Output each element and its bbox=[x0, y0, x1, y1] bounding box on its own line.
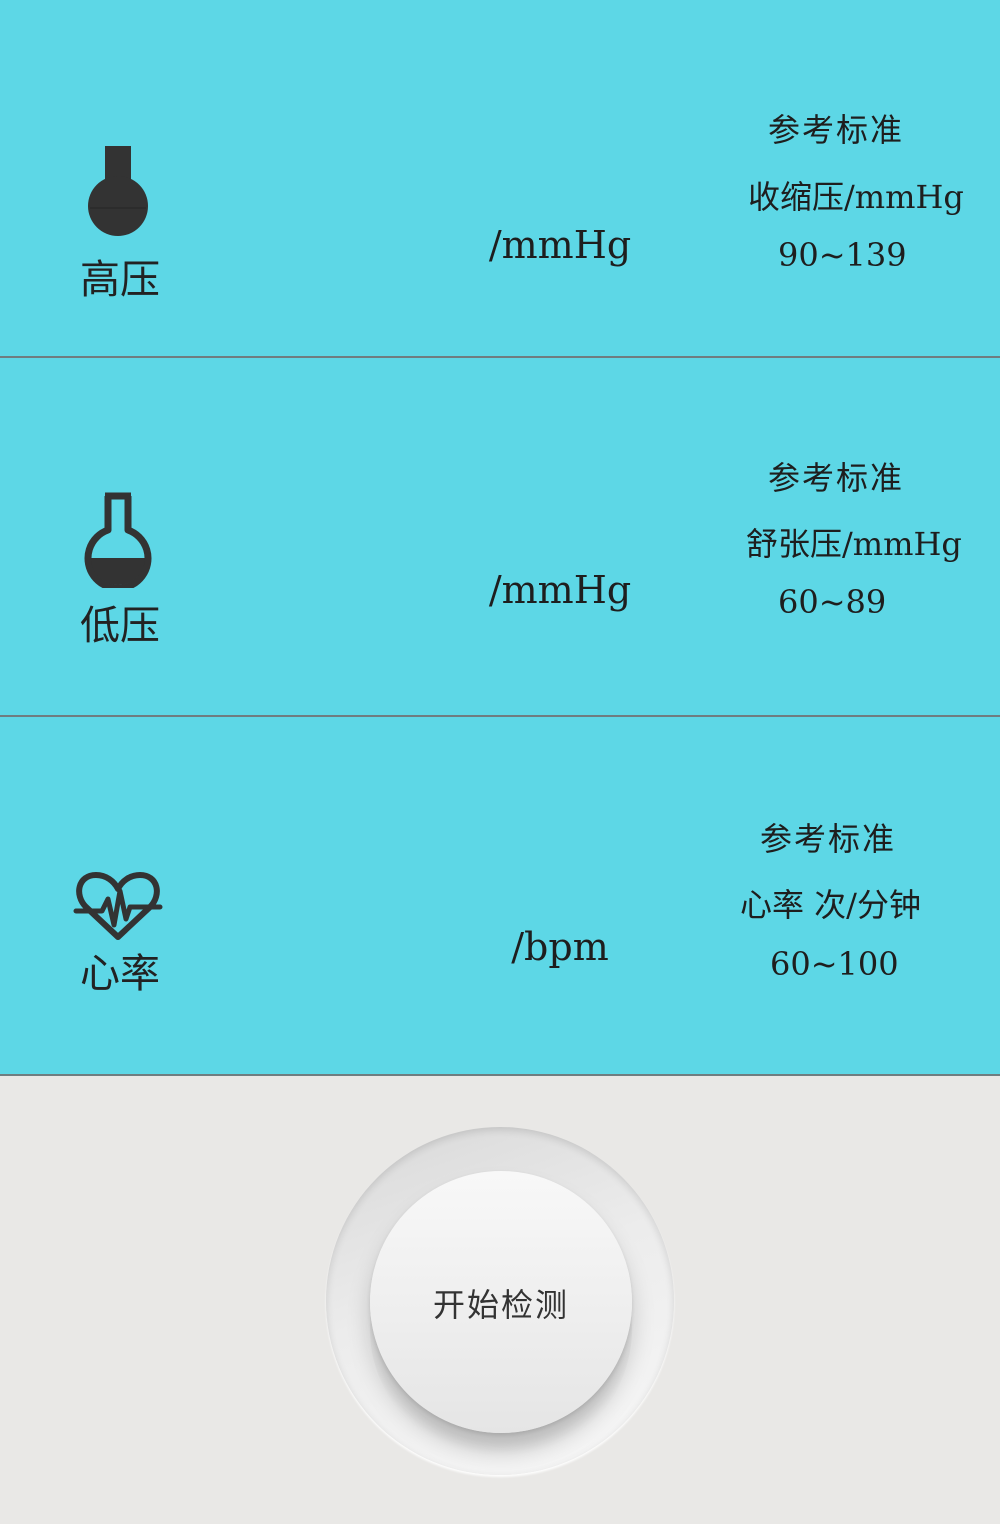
systolic-reference-title: 参考标准 bbox=[768, 111, 905, 149]
diastolic-unit: /mmHg bbox=[488, 568, 632, 612]
diastolic-reference-range: 60~89 bbox=[778, 583, 887, 621]
heart-pulse-icon bbox=[73, 872, 163, 940]
heart-rate-label: 心率 bbox=[80, 951, 160, 997]
heart-rate-reference-name: 心率 次/分钟 bbox=[740, 886, 921, 924]
start-detection-button[interactable]: 开始检测 bbox=[370, 1171, 632, 1433]
flask-half-icon bbox=[84, 492, 152, 588]
diastolic-reference-name: 舒张压/mmHg bbox=[746, 525, 962, 563]
systolic-reference-range: 90~139 bbox=[778, 236, 907, 274]
start-detection-label: 开始检测 bbox=[432, 1287, 569, 1323]
flask-full-icon bbox=[88, 146, 148, 236]
diastolic-label: 低压 bbox=[80, 603, 160, 649]
systolic-panel: 高压 /mmHg 参考标准 收缩压/mmHg 90~139 bbox=[0, 0, 1000, 356]
systolic-reference-name: 收缩压/mmHg bbox=[748, 178, 964, 216]
heart-rate-unit: /bpm bbox=[511, 925, 609, 969]
systolic-label: 高压 bbox=[80, 257, 160, 303]
heart-rate-panel: 心率 /bpm 参考标准 心率 次/分钟 60~100 bbox=[0, 717, 1000, 1074]
heart-rate-reference-title: 参考标准 bbox=[760, 820, 897, 858]
systolic-unit: /mmHg bbox=[488, 223, 632, 267]
diastolic-panel: 低压 /mmHg 参考标准 舒张压/mmHg 60~89 bbox=[0, 358, 1000, 715]
heart-rate-reference-range: 60~100 bbox=[770, 945, 899, 983]
diastolic-reference-title: 参考标准 bbox=[768, 459, 905, 497]
